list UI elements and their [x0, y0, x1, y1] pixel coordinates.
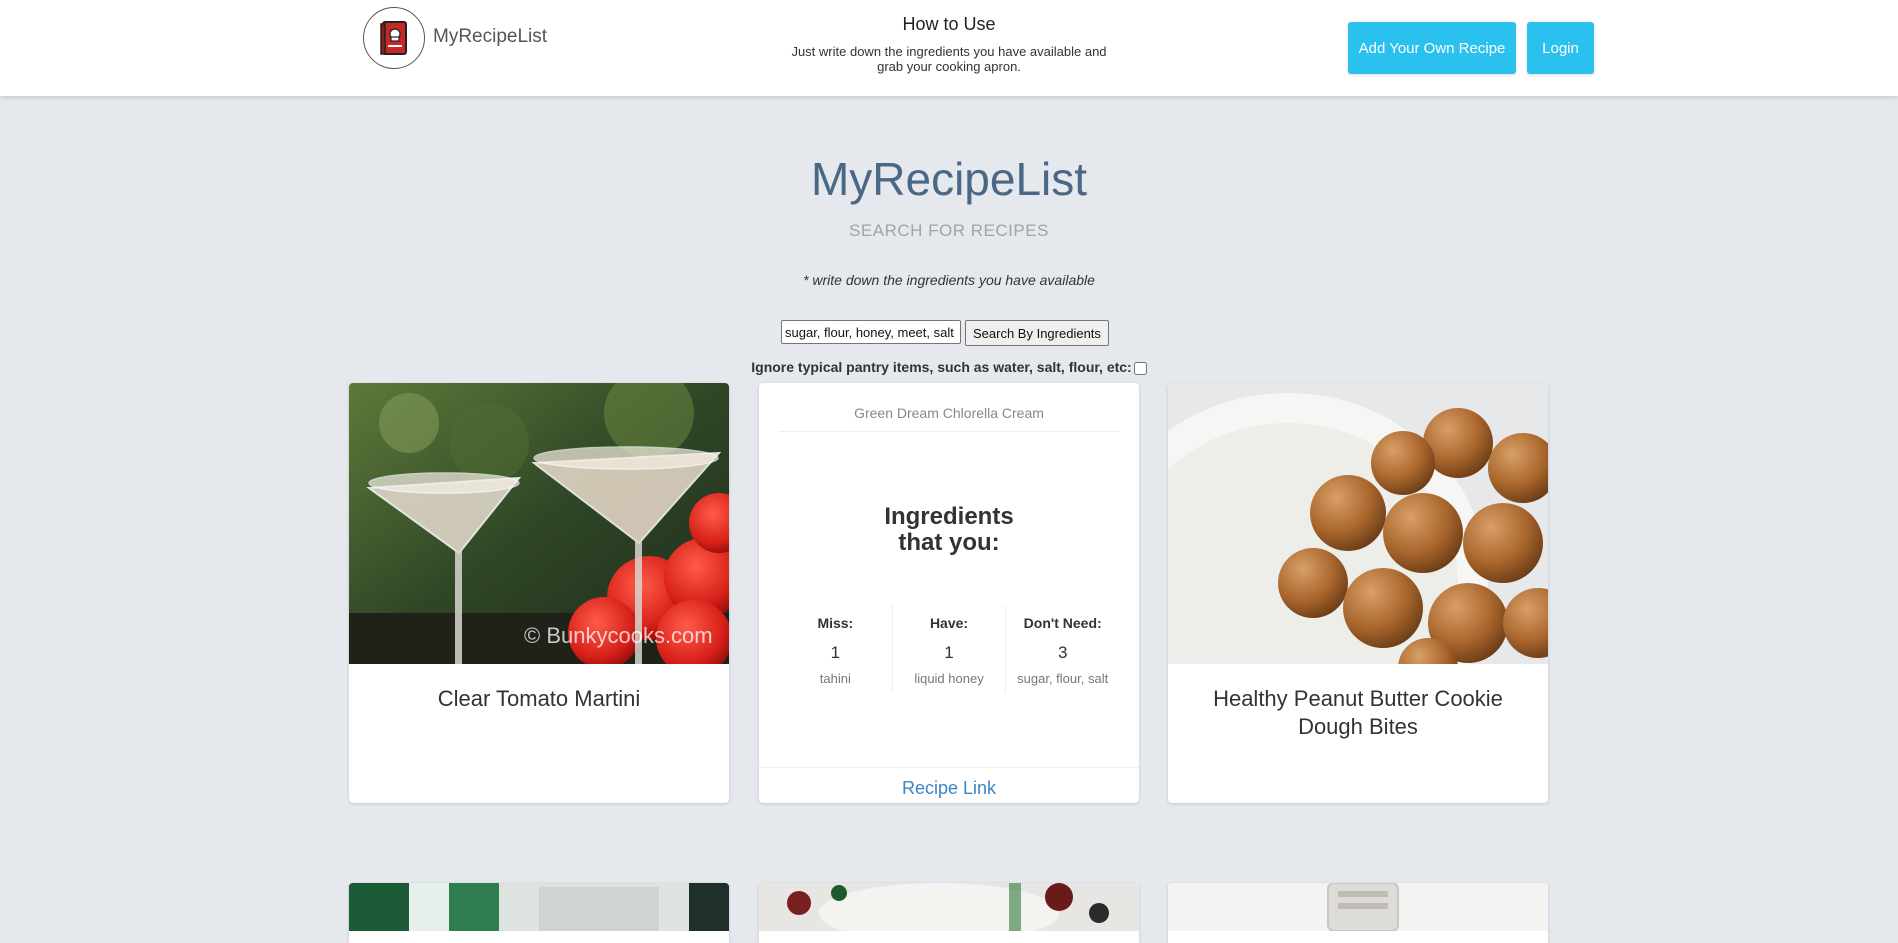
recipe-book-logo-icon[interactable] — [363, 7, 425, 69]
have-label: Have: — [929, 615, 969, 631]
ingredients-heading-line2: that you: — [898, 529, 1000, 556]
ingredients-heading-line1: Ingredients — [884, 503, 1014, 530]
how-to-use-text: Just write down the ingredients you have… — [791, 44, 1107, 74]
dont-need-count: 3 — [1057, 643, 1068, 662]
ingredient-stats: Miss: 1 tahini Have: 1 liquid honey Don'… — [779, 605, 1119, 693]
miss-items: tahini — [819, 671, 851, 686]
recipe-image[interactable] — [1168, 883, 1548, 932]
recipe-image[interactable]: © Bunkycooks.com — [349, 383, 729, 664]
dont-need-items: sugar, flour, salt — [1017, 671, 1109, 686]
have-ingredients: Have: 1 liquid honey — [893, 605, 1007, 693]
recipe-name: Green Dream Chlorella Cream — [779, 405, 1119, 432]
unneeded-ingredients: Don't Need: 3 sugar, flour, salt — [1006, 605, 1119, 693]
search-bar: Search By Ingredients — [781, 320, 1109, 346]
recipe-image[interactable] — [1168, 383, 1548, 664]
ignore-pantry-label: Ignore typical pantry items, such as wat… — [751, 359, 1132, 375]
card-footer: Recipe Link — [759, 767, 1139, 803]
have-items: liquid honey — [914, 671, 984, 686]
recipe-image[interactable] — [759, 883, 1139, 943]
ingredients-heading: Ingredients that you: — [759, 504, 1139, 556]
recipe-card[interactable] — [349, 883, 729, 943]
missing-ingredients: Miss: 1 tahini — [779, 605, 893, 693]
recipe-title[interactable]: Clear Tomato Martini — [369, 685, 709, 713]
ignore-pantry-option: Ignore typical pantry items, such as wat… — [0, 359, 1898, 375]
brand-name[interactable]: MyRecipeList — [433, 26, 547, 48]
have-count: 1 — [944, 643, 954, 662]
top-navbar: MyRecipeList How to Use Just write down … — [0, 0, 1898, 96]
recipe-card[interactable] — [1168, 883, 1548, 943]
recipe-card-details[interactable]: Green Dream Chlorella Cream Ingredients … — [759, 383, 1139, 803]
ignore-pantry-checkbox[interactable] — [1133, 361, 1147, 375]
recipe-card[interactable]: Healthy Peanut Butter Cookie Dough Bites — [1168, 383, 1548, 803]
miss-label: Miss: — [817, 615, 854, 631]
recipe-image[interactable] — [349, 883, 729, 931]
recipe-link[interactable]: Recipe Link — [902, 778, 996, 798]
page-title: MyRecipeList — [810, 153, 1088, 205]
image-watermark: © Bunkycooks.com — [524, 623, 713, 648]
recipe-card[interactable] — [759, 883, 1139, 943]
recipe-title[interactable]: Healthy Peanut Butter Cookie Dough Bites — [1188, 685, 1528, 741]
how-to-use: How to Use Just write down the ingredien… — [749, 14, 1149, 74]
login-button[interactable]: Login — [1527, 22, 1594, 74]
search-hint: * write down the ingredients you have av… — [803, 272, 1095, 288]
how-to-use-title: How to Use — [902, 14, 996, 34]
search-by-ingredients-button[interactable]: Search By Ingredients — [965, 320, 1109, 346]
ingredients-search-input[interactable] — [781, 320, 961, 344]
dont-need-label: Don't Need: — [1023, 615, 1102, 631]
add-own-recipe-button[interactable]: Add Your Own Recipe — [1348, 22, 1516, 74]
miss-count: 1 — [830, 643, 841, 662]
recipe-card[interactable]: © Bunkycooks.com Clear Tomato Martini — [349, 383, 729, 803]
page-subtitle: SEARCH FOR RECIPES — [849, 221, 1049, 240]
